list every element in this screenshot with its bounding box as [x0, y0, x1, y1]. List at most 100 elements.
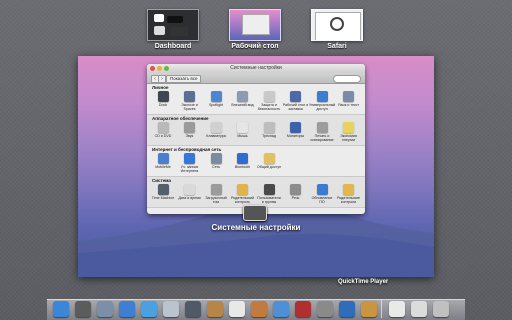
preference-pane-item[interactable]: Мышь [230, 122, 256, 138]
preference-pane-item[interactable]: Обновление ПО [309, 184, 335, 204]
quicktime-icon[interactable] [339, 301, 355, 317]
forward-button[interactable]: › [158, 75, 166, 83]
preference-pane-item[interactable]: Родительские контроли [336, 184, 362, 204]
preference-pane-icon [316, 184, 328, 195]
preference-pane-item[interactable]: Универсальный доступ [309, 91, 335, 111]
section-title: Интернет и беспроводная сеть [152, 147, 222, 152]
preference-pane-item[interactable]: Экономия энергии [336, 122, 362, 142]
system-preferences-icon[interactable] [317, 301, 333, 317]
preference-pane-label: Рабочий стол и заставка [282, 103, 309, 111]
space-safari-thumbnail[interactable] [311, 9, 363, 41]
preference-pane-label: MobileMe [155, 165, 171, 169]
preference-pane-item[interactable]: Трекпад [256, 122, 282, 138]
space-label-safari: Safari [327, 43, 347, 50]
preference-pane-item[interactable]: Родительский контроль [230, 184, 256, 204]
preference-pane-item[interactable]: Общий доступ [256, 153, 282, 169]
preference-pane-item[interactable]: Загрузочный том [203, 184, 229, 204]
preference-pane-icon [343, 122, 354, 133]
preference-pane-item[interactable]: Печать и сканирование [309, 122, 335, 142]
preference-pane-label: Загрузочный том [205, 196, 227, 204]
preference-section: Личное Dock Экспозе и Spaces Spotlight Внешн… [147, 84, 365, 115]
calendar-icon[interactable] [229, 301, 245, 317]
system-preferences-app-icon [243, 205, 267, 221]
preference-sections: Личное Dock Экспозе и Spaces Spotlight Внешн… [147, 84, 365, 208]
preference-pane-icon [184, 184, 195, 195]
preference-pane-label: Обновление ПО [311, 196, 333, 204]
space-dashboard-thumbnail[interactable] [147, 9, 199, 41]
preference-pane-label: Дата и время [178, 196, 201, 200]
downloads-icon[interactable] [411, 301, 427, 317]
preference-pane-icon [157, 184, 169, 195]
dashboard-icon[interactable] [75, 301, 91, 317]
archive-icon[interactable] [361, 301, 377, 317]
preference-pane-label: Родительские контроли [336, 196, 361, 204]
finder-icon[interactable] [53, 301, 69, 317]
preference-pane-item[interactable]: Дата и время [177, 184, 203, 200]
dock [47, 299, 465, 320]
space-desktop-thumbnail[interactable] [229, 9, 281, 41]
system-preferences-window[interactable]: Системные настройки ‹ › Показать все Лич… [147, 64, 365, 214]
itunes-icon[interactable] [273, 301, 289, 317]
preference-pane-icon [184, 91, 195, 102]
dock-tooltip: QuickTime Player [338, 279, 389, 285]
preference-pane-label: Печать и сканирование [310, 134, 334, 142]
preference-pane-label: Экспозе и Spaces [181, 103, 198, 111]
mail-icon[interactable] [163, 301, 179, 317]
preference-pane-icon [157, 122, 169, 133]
preference-pane-icon [210, 122, 222, 133]
preference-pane-label: Речь [291, 196, 300, 200]
window-title: Системные настройки [230, 65, 282, 71]
preference-pane-label: Time Machine [151, 196, 175, 200]
preference-pane-item[interactable]: Уч. записи Интернета [177, 153, 203, 173]
preference-pane-label: Мышь [237, 134, 248, 138]
preference-pane-item[interactable]: Сеть [203, 153, 229, 169]
safari-icon[interactable] [141, 301, 157, 317]
facetime-icon[interactable] [185, 301, 201, 317]
search-field[interactable] [333, 75, 361, 83]
preference-section: Система Time Machine Дата и время Загрузочн… [147, 177, 365, 208]
preference-pane-icon [184, 153, 195, 164]
preference-pane-item[interactable]: Spotlight [203, 91, 229, 107]
preference-pane-item[interactable]: Внешний вид [230, 91, 256, 107]
preference-section: Интернет и беспроводная сеть MobileMe Уч. … [147, 146, 365, 177]
dock-separator [381, 300, 382, 318]
preference-pane-item[interactable]: MobileMe [150, 153, 176, 169]
address-book-icon[interactable] [207, 301, 223, 317]
preference-pane-label: Звук [185, 134, 194, 138]
preference-section: Аппаратное обеспечение CD и DVD Звук Клавиа… [147, 115, 365, 146]
preference-pane-label: CD и DVD [154, 134, 172, 138]
preference-pane-item[interactable]: Мониторы [283, 122, 309, 138]
documents-icon[interactable] [389, 301, 405, 317]
preference-pane-item[interactable]: Dock [150, 91, 176, 107]
preference-pane-item[interactable]: Пользователи и группы [256, 184, 282, 204]
section-title: Личное [152, 85, 169, 90]
preference-pane-label: Внешний вид [231, 103, 254, 107]
preference-pane-item[interactable]: Речь [283, 184, 309, 200]
app-store-icon[interactable] [119, 301, 135, 317]
preference-pane-item[interactable]: CD и DVD [150, 122, 176, 138]
preference-pane-item[interactable]: Экспозе и Spaces [177, 91, 203, 111]
preference-pane-label: Язык и текст [337, 103, 360, 107]
preference-pane-icon [343, 184, 354, 195]
window-caption: Системные настройки [211, 223, 301, 232]
trash-icon[interactable] [433, 301, 449, 317]
show-all-button[interactable]: Показать все [166, 75, 202, 83]
preference-pane-icon [237, 153, 248, 164]
preference-pane-item[interactable]: Защита и безопасность [256, 91, 282, 111]
preference-pane-item[interactable]: Звук [177, 122, 203, 138]
window-toolbar: ‹ › Показать все [147, 73, 365, 84]
preference-pane-item[interactable]: Рабочий стол и заставка [283, 91, 309, 111]
photo-booth-icon[interactable] [295, 301, 311, 317]
photos-icon[interactable] [251, 301, 267, 317]
preference-pane-icon [263, 122, 275, 133]
preference-pane-item[interactable]: Клавиатура [203, 122, 229, 138]
preference-pane-label: Уч. записи Интернета [180, 165, 199, 173]
preference-pane-item[interactable]: Bluetooth [230, 153, 256, 169]
preference-pane-label: Экономия энергии [340, 134, 357, 142]
preference-pane-item[interactable]: Time Machine [150, 184, 176, 200]
preference-pane-item[interactable]: Язык и текст [336, 91, 362, 107]
launchpad-icon[interactable] [97, 301, 113, 317]
preference-pane-label: Bluetooth [234, 165, 251, 169]
space-label-desktop: Рабочий стол [231, 43, 279, 50]
preference-pane-icon [237, 122, 248, 133]
